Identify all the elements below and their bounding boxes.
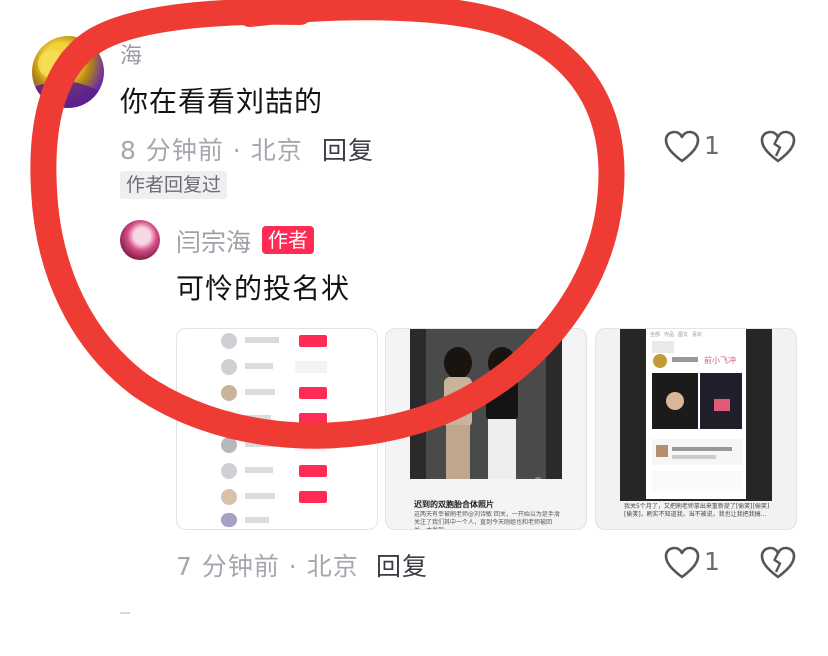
broken-heart-icon[interactable] [760, 546, 796, 580]
author-badge: 作者 [262, 226, 314, 254]
thumbnail-2-caption: 这两天有幸被刷老师@刘诗敏 回关，一开始以为是手滑关注了我们其中一个人，直到今天… [414, 511, 560, 529]
like-count: 1 [704, 547, 720, 576]
comment-text: 你在看看刘喆的 [120, 85, 324, 118]
thumbnail-3-tabs: 全部 作品 图文 喜欢 [650, 332, 703, 338]
like-count: 1 [704, 131, 720, 160]
reply-timestamp-location: 7 分钟前 · 北京 [176, 552, 359, 581]
reply-button[interactable]: 回复 [376, 547, 428, 583]
thumbnail-2-title: 迟到的双胞胎合体照片 [414, 500, 494, 509]
comment-username[interactable]: 海 [120, 38, 142, 70]
comment-timestamp-location: 8 分钟前 · 北京 [120, 136, 303, 165]
reply-avatar[interactable] [120, 220, 160, 260]
thumbnail-3-brand: 前小飞冲 [704, 356, 736, 365]
reply-username[interactable]: 闫宗海 [176, 223, 251, 259]
image-gallery: 迟到的双胞胎合体照片 这两天有幸被刷老师@刘诗敏 回关，一开始以为是手滑关注了我… [176, 328, 797, 530]
avatar[interactable] [32, 36, 104, 108]
thumbnail-2[interactable]: 迟到的双胞胎合体照片 这两天有幸被刷老师@刘诗敏 回关，一开始以为是手滑关注了我… [385, 328, 587, 530]
thumbnail-3[interactable]: 全部 作品 图文 喜欢 前小飞冲 我关5个月了，又把刷老师拿出来重新提了[偷笑]… [595, 328, 797, 530]
thumbnail-1[interactable] [176, 328, 378, 530]
heart-icon[interactable] [664, 546, 700, 580]
heart-icon[interactable] [664, 130, 700, 164]
divider [120, 612, 130, 614]
author-replied-badge: 作者回复过 [120, 171, 228, 199]
reply-button[interactable]: 回复 [322, 131, 374, 167]
broken-heart-icon[interactable] [760, 130, 796, 164]
thumbnail-3-caption: 我关5个月了，又把刷老师拿出来重新提了[偷笑][偷笑][偷笑]，刷实不知道我，当… [624, 503, 770, 518]
reply-text: 可怜的投名状 [176, 272, 351, 305]
